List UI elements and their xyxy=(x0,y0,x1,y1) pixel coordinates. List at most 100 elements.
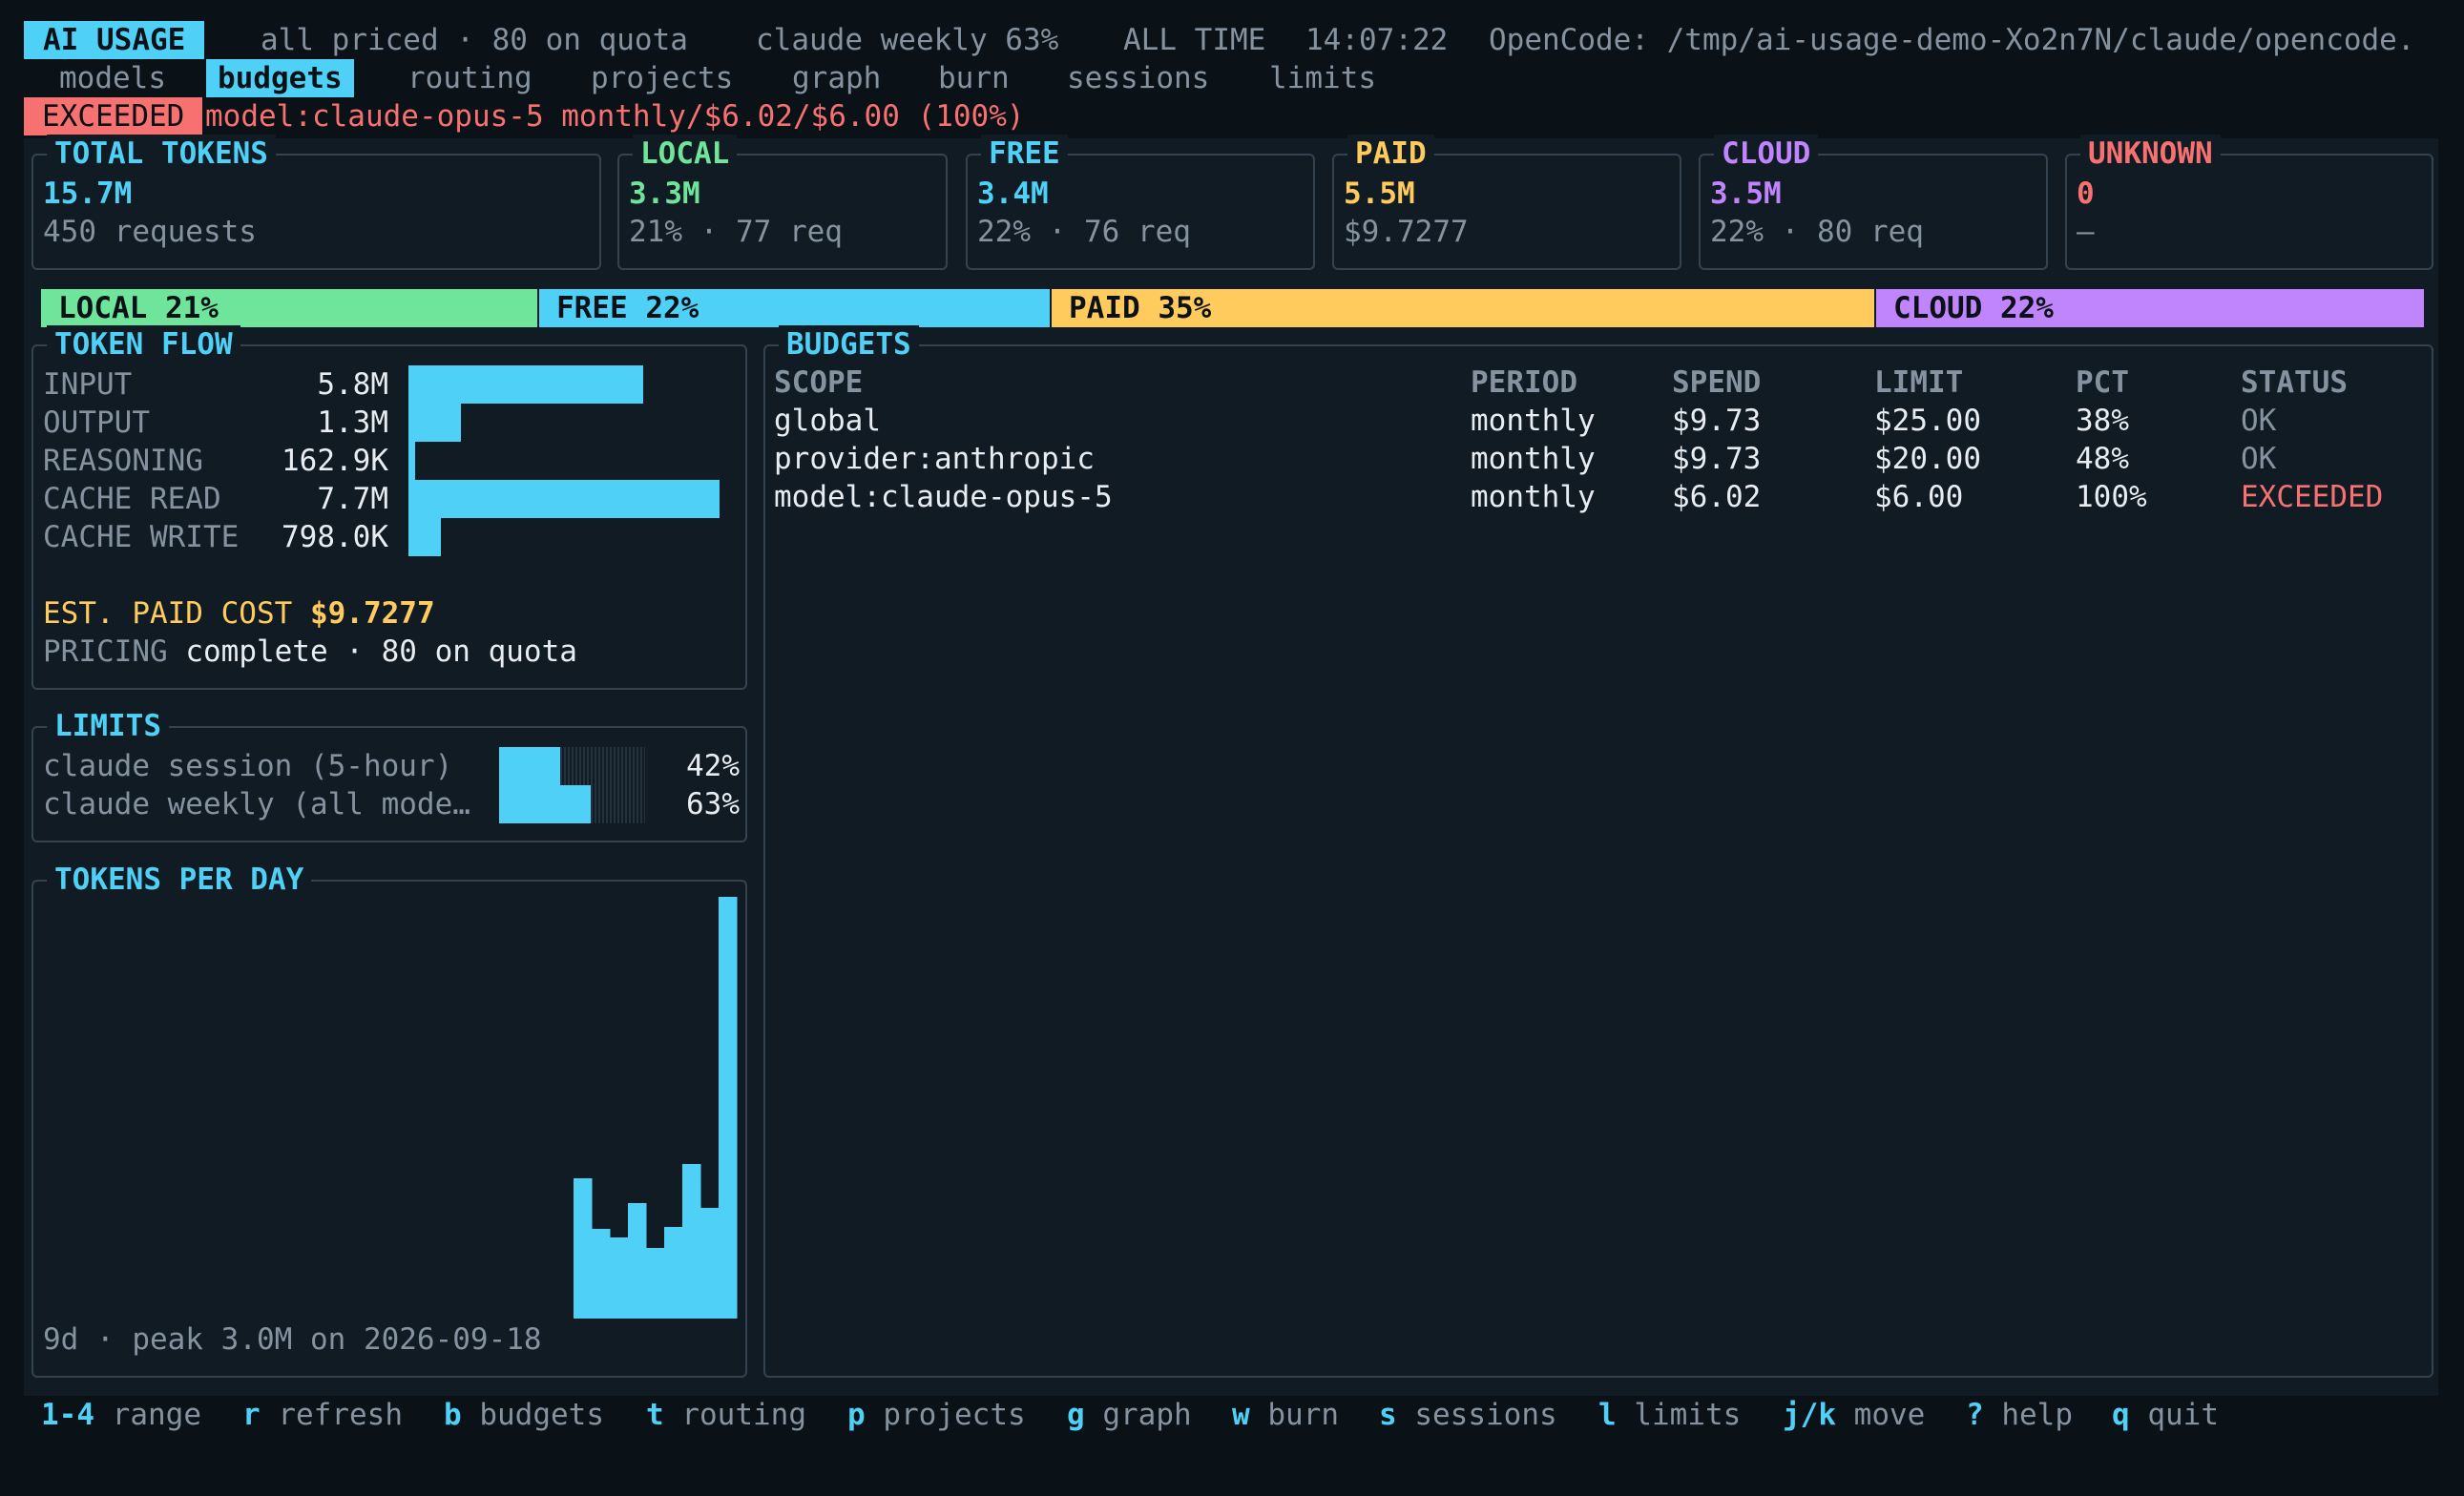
card-title: PAID xyxy=(1347,135,1434,173)
pricing-line: PRICING complete · 80 on quota xyxy=(43,633,577,671)
split-segment-free: FREE 22% xyxy=(537,289,1050,327)
cell-status: EXCEEDED xyxy=(2241,480,2384,514)
flow-bar xyxy=(408,480,720,518)
footer-key-move[interactable]: j/k move xyxy=(1783,1396,1925,1434)
card-value: 3.4M xyxy=(977,177,1049,211)
cell-spend: $9.73 xyxy=(1672,442,1762,476)
tab-graph[interactable]: graph xyxy=(792,59,881,97)
cell-scope: model:claude-opus-5 xyxy=(774,480,1113,514)
limits-panel: LIMITS claude session (5-hour) 42% claud… xyxy=(31,707,747,842)
card-sub: 22% · 80 req xyxy=(1710,215,1924,249)
col-header-spend: SPEND xyxy=(1672,365,1762,400)
tab-burn[interactable]: burn xyxy=(938,59,1010,97)
tokens-per-day-chart xyxy=(574,897,738,1319)
cost-label: EST. PAID COST xyxy=(43,596,293,631)
split-segment-cloud: CLOUD 22% xyxy=(1874,289,2424,327)
panel-title: TOKEN FLOW xyxy=(47,325,240,364)
panel-title: LIMITS xyxy=(47,707,169,745)
footer-key-help[interactable]: ? help xyxy=(1966,1396,2073,1434)
day-bar xyxy=(610,1237,629,1319)
col-header-period: PERIOD xyxy=(1471,365,1577,400)
card-sub: — xyxy=(2077,215,2095,249)
limit-label: claude session (5-hour) xyxy=(43,749,453,783)
limit-label: claude weekly (all mode… xyxy=(43,787,470,821)
limit-gauge-fill xyxy=(499,785,591,823)
card-cloud: CLOUD 3.5M 22% · 80 req xyxy=(1699,135,2048,270)
flow-value: 5.8M xyxy=(317,367,388,402)
card-total-tokens: TOTAL TOKENS 15.7M 450 requests xyxy=(31,135,601,270)
card-value: 0 xyxy=(2077,177,2095,211)
flow-label: CACHE WRITE xyxy=(43,520,240,554)
day-bar xyxy=(664,1227,683,1319)
split-segment-paid: PAID 35% xyxy=(1050,289,1874,327)
flow-value: 7.7M xyxy=(317,482,388,516)
flow-bar xyxy=(408,518,441,556)
alert-message: model:claude-opus-5 monthly/$6.02/$6.00 … xyxy=(205,99,1025,134)
card-unknown: UNKNOWN 0 — xyxy=(2065,135,2433,270)
exceeded-badge: EXCEEDED xyxy=(24,97,203,135)
flow-label: OUTPUT xyxy=(43,405,150,440)
tab-models[interactable]: models xyxy=(59,59,166,97)
cell-spend: $9.73 xyxy=(1672,404,1762,438)
cell-pct: 48% xyxy=(2076,442,2129,476)
limit-pct: 42% xyxy=(686,749,740,783)
card-title: UNKNOWN xyxy=(2080,135,2221,173)
footer-key-sessions[interactable]: s sessions xyxy=(1379,1396,1557,1434)
cell-status: OK xyxy=(2241,404,2277,438)
app-title: AI USAGE xyxy=(24,21,205,59)
clock: 14:07:22 xyxy=(1305,23,1449,57)
flow-value: 162.9K xyxy=(282,444,388,478)
cell-pct: 100% xyxy=(2076,480,2147,514)
footer-key-refresh[interactable]: r refresh xyxy=(242,1396,403,1434)
card-title: TOTAL TOKENS xyxy=(47,135,276,173)
cell-limit: $20.00 xyxy=(1874,442,1981,476)
tab-sessions[interactable]: sessions xyxy=(1067,59,1209,97)
pricing-status: all priced · 80 on quota xyxy=(261,23,688,57)
tab-projects[interactable]: projects xyxy=(591,59,733,97)
card-value: 15.7M xyxy=(43,177,133,211)
tab-routing[interactable]: routing xyxy=(407,59,532,97)
card-sub: 450 requests xyxy=(43,215,257,249)
card-sub: 21% · 77 req xyxy=(629,215,843,249)
day-bar xyxy=(628,1203,647,1319)
token-flow-panel: TOKEN FLOW INPUT 5.8M OUTPUT 1.3M REASON… xyxy=(31,325,747,690)
tokens-per-day-panel: TOKENS PER DAY 9d · peak 3.0M on 2026-09… xyxy=(31,861,747,1378)
weekly-limit-status: claude weekly 63% xyxy=(756,23,1059,57)
tab-limits[interactable]: limits xyxy=(1269,59,1376,97)
card-value: 3.5M xyxy=(1710,177,1782,211)
footer-key-limits[interactable]: l limits xyxy=(1598,1396,1741,1434)
footer-key-burn[interactable]: w burn xyxy=(1232,1396,1339,1434)
day-bar xyxy=(592,1229,611,1319)
time-range[interactable]: ALL TIME xyxy=(1123,21,1265,59)
cell-limit: $6.00 xyxy=(1874,480,1964,514)
panel-title: BUDGETS xyxy=(779,325,919,364)
cell-pct: 38% xyxy=(2076,404,2129,438)
card-value: 3.3M xyxy=(629,177,700,211)
card-sub: $9.7277 xyxy=(1344,215,1469,249)
cell-period: monthly xyxy=(1471,404,1596,438)
chart-footer: 9d · peak 3.0M on 2026-09-18 xyxy=(43,1322,542,1357)
tab-budgets[interactable]: budgets xyxy=(206,59,354,97)
est-paid-cost: EST. PAID COST $9.7277 xyxy=(43,594,435,633)
flow-label: INPUT xyxy=(43,367,133,402)
flow-bar xyxy=(408,404,461,442)
cell-period: monthly xyxy=(1471,480,1596,514)
flow-bar xyxy=(408,365,643,404)
card-local: LOCAL 3.3M 21% · 77 req xyxy=(617,135,948,270)
col-header-scope: SCOPE xyxy=(774,365,864,400)
footer-key-budgets[interactable]: b budgets xyxy=(444,1396,604,1434)
cell-scope: global xyxy=(774,404,881,438)
footer-key-graph[interactable]: g graph xyxy=(1067,1396,1192,1434)
footer-key-routing[interactable]: t routing xyxy=(646,1396,806,1434)
footer-key-projects[interactable]: p projects xyxy=(847,1396,1026,1434)
cell-spend: $6.02 xyxy=(1672,480,1762,514)
footer-key-quit[interactable]: q quit xyxy=(2112,1396,2219,1434)
day-bar xyxy=(700,1208,720,1319)
limit-gauge-fill xyxy=(499,747,560,785)
cell-period: monthly xyxy=(1471,442,1596,476)
col-header-status: STATUS xyxy=(2241,365,2348,400)
footer-key-range[interactable]: 1-4 range xyxy=(41,1396,201,1434)
pricing-label: PRICING xyxy=(43,634,168,669)
card-paid: PAID 5.5M $9.7277 xyxy=(1332,135,1681,270)
flow-value: 1.3M xyxy=(317,405,388,440)
